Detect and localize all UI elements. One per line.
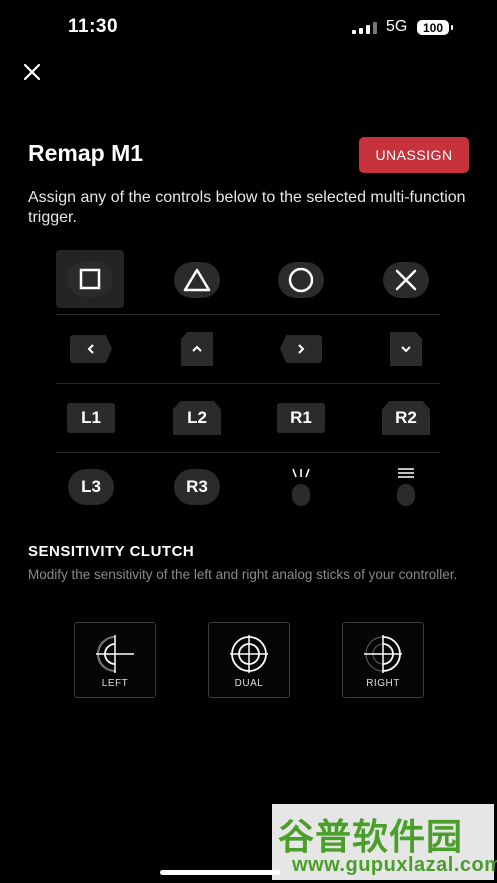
controls-row-bumpers: L1 L2 R1 R2 xyxy=(56,384,440,453)
dpad-right-icon xyxy=(298,344,305,354)
clutch-left-label: LEFT xyxy=(101,678,129,689)
network-label: 5G xyxy=(386,18,408,35)
control-dpad-right[interactable] xyxy=(266,315,336,383)
watermark-text: 谷普软件园 xyxy=(278,817,464,858)
r3-label: R3 xyxy=(186,477,208,496)
control-dpad-down[interactable] xyxy=(371,315,441,383)
clutch-dual-button[interactable]: DUAL xyxy=(208,622,290,698)
close-button[interactable] xyxy=(20,60,44,84)
dual-stick-icon xyxy=(230,635,268,673)
controls-grid: L1 L2 R1 R2 L3 R3 xyxy=(56,246,440,521)
control-circle[interactable] xyxy=(266,246,336,314)
l2-label: L2 xyxy=(187,408,207,427)
square-icon xyxy=(79,268,101,290)
control-dpad-left[interactable] xyxy=(56,315,126,383)
control-create[interactable] xyxy=(266,453,336,521)
sensitivity-description: Modify the sensitivity of the left and r… xyxy=(28,567,458,582)
battery-icon: 100 xyxy=(417,20,453,35)
page-description: Assign any of the controls below to the … xyxy=(28,189,466,226)
close-icon xyxy=(23,63,41,81)
control-triangle[interactable] xyxy=(162,246,232,314)
control-l3[interactable]: L3 xyxy=(56,453,126,521)
control-l1[interactable]: L1 xyxy=(56,384,126,452)
cross-icon xyxy=(395,269,417,291)
control-l2[interactable]: L2 xyxy=(162,384,232,452)
control-dpad-up[interactable] xyxy=(162,315,232,383)
dpad-up-icon xyxy=(192,345,202,352)
controls-row-face-buttons xyxy=(56,246,440,315)
r2-label: R2 xyxy=(395,408,417,427)
status-time: 11:30 xyxy=(68,16,119,37)
right-stick-icon xyxy=(364,635,402,673)
status-bar: 11:30 5G 100 xyxy=(0,0,497,56)
r1-label: R1 xyxy=(290,408,312,427)
home-indicator[interactable] xyxy=(160,870,280,875)
signal-icon xyxy=(352,22,377,34)
control-r2[interactable]: R2 xyxy=(371,384,441,452)
left-stick-icon xyxy=(96,635,134,673)
control-r1[interactable]: R1 xyxy=(266,384,336,452)
controls-row-dpad xyxy=(56,315,440,384)
watermark: 谷普软件园 www.gupuxlazal.com xyxy=(272,804,497,880)
clutch-right-button[interactable]: RIGHT xyxy=(342,622,424,698)
clutch-left-button[interactable]: LEFT xyxy=(74,622,156,698)
control-options[interactable] xyxy=(371,453,441,521)
circle-icon xyxy=(288,267,314,293)
control-cross[interactable] xyxy=(371,246,441,314)
unassign-button[interactable]: UNASSIGN xyxy=(359,137,469,173)
dpad-left-icon xyxy=(87,344,94,354)
options-button-icon xyxy=(398,468,414,478)
l1-label: L1 xyxy=(81,408,101,427)
triangle-icon xyxy=(183,268,211,292)
sensitivity-title: SENSITIVITY CLUTCH xyxy=(28,543,195,560)
clutch-right-label: RIGHT xyxy=(366,678,400,689)
control-r3[interactable]: R3 xyxy=(162,453,232,521)
page-title: Remap M1 xyxy=(28,140,144,166)
watermark-url: www.gupuxlazal.com xyxy=(292,854,497,876)
dpad-down-icon xyxy=(401,346,411,353)
create-button-icon xyxy=(292,468,310,478)
clutch-dual-label: DUAL xyxy=(234,678,264,689)
l3-label: L3 xyxy=(81,477,101,496)
control-square[interactable] xyxy=(56,250,124,308)
controls-row-sticks: L3 R3 xyxy=(56,453,440,521)
